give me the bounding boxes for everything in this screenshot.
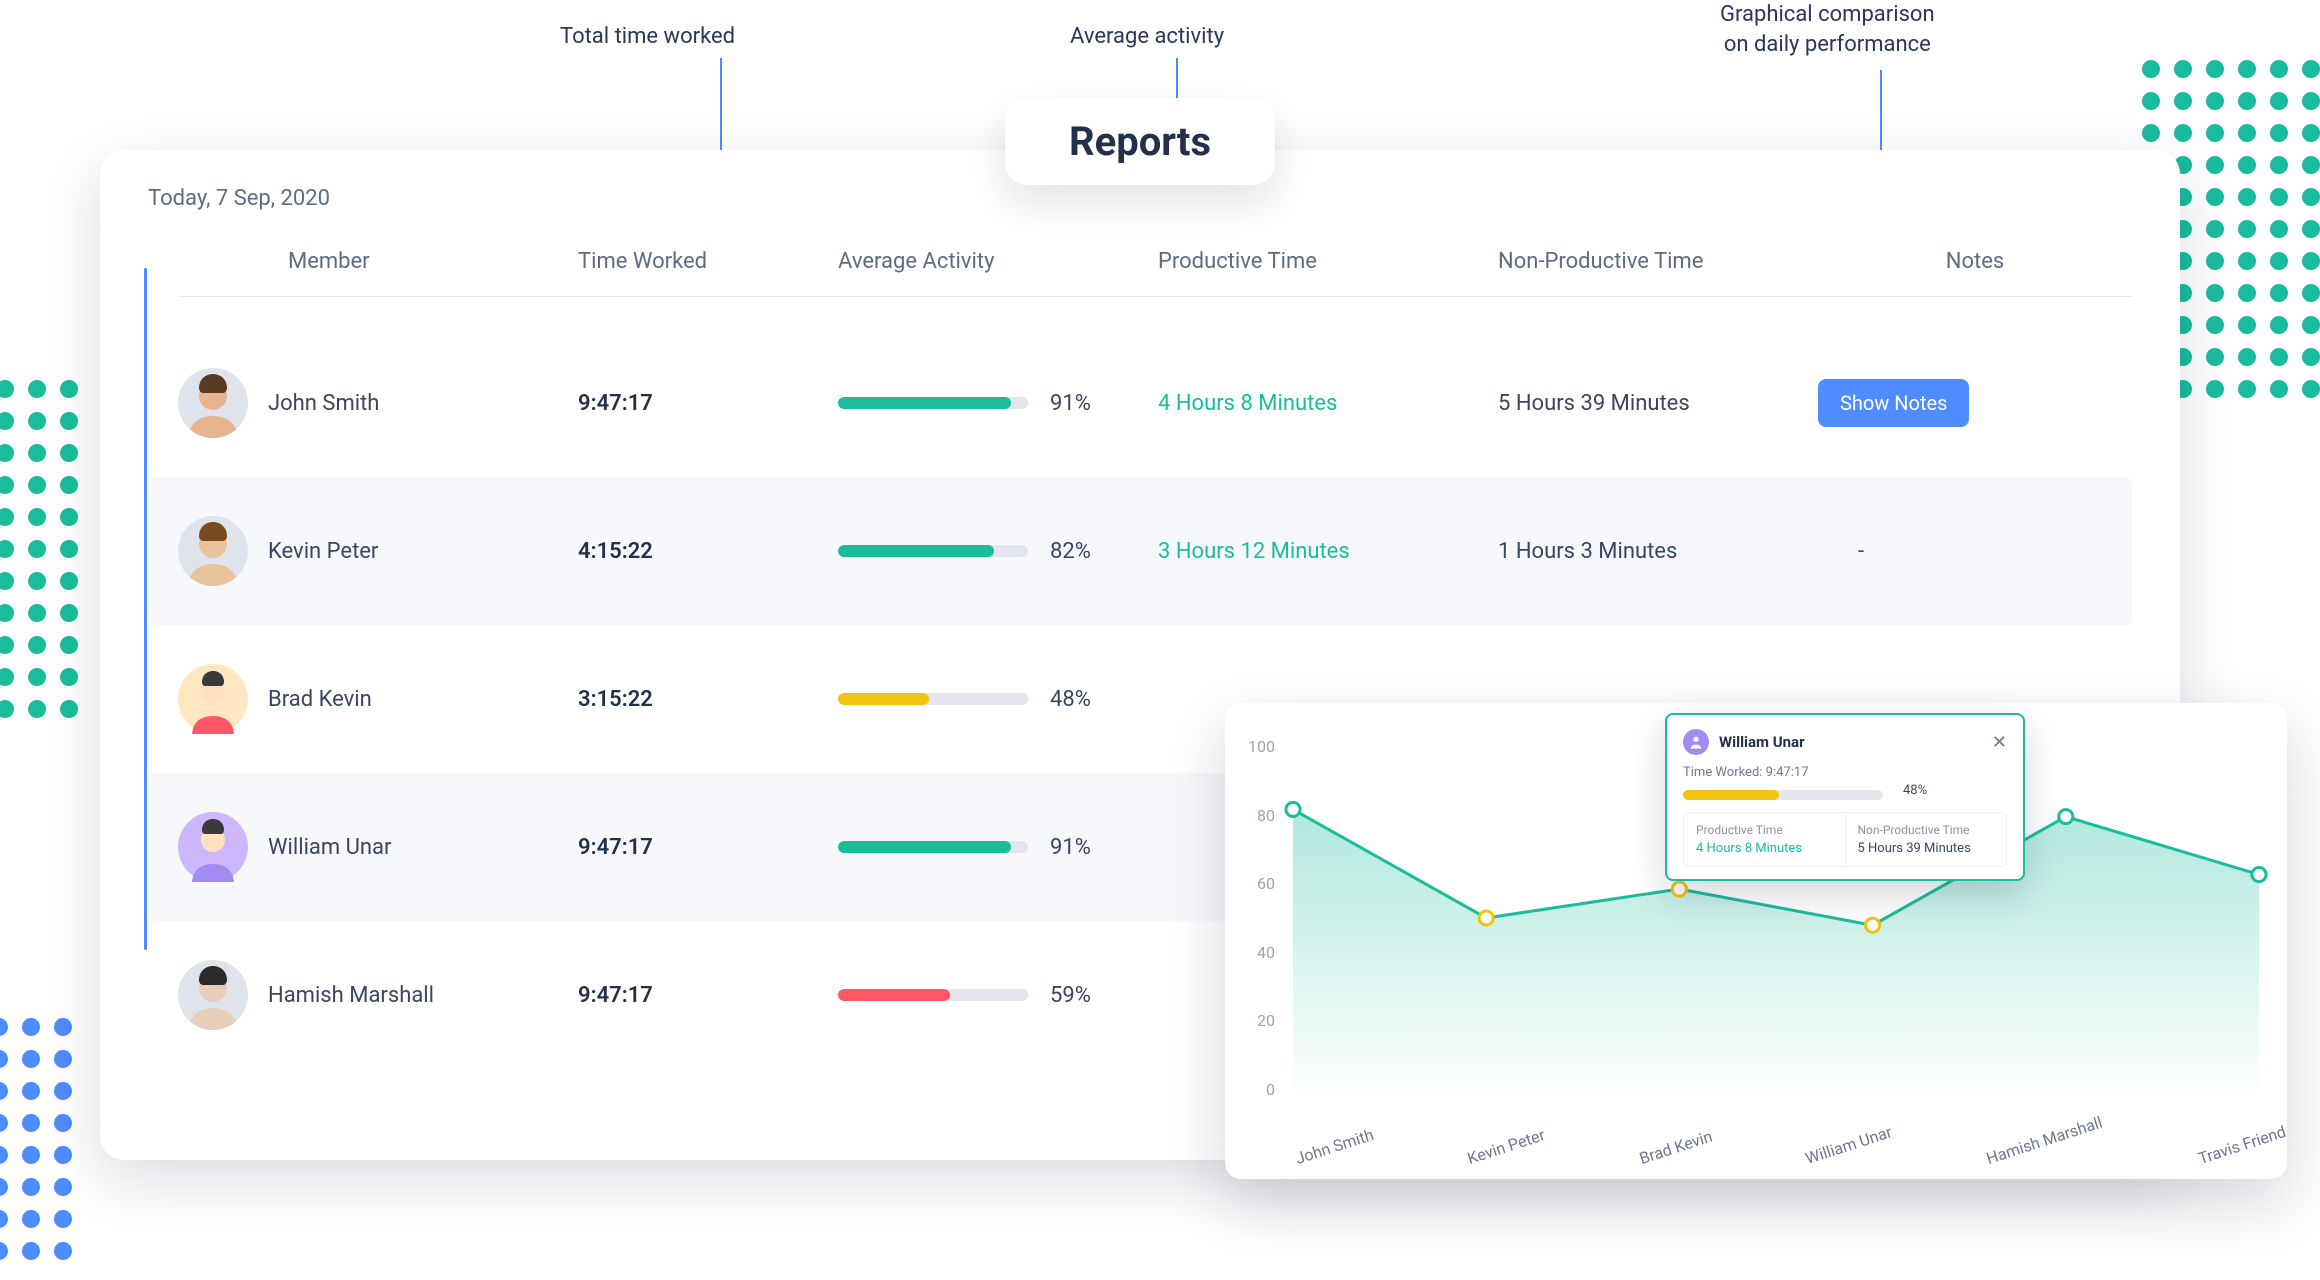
activity-bar [838, 397, 1028, 409]
chart-point[interactable] [1866, 918, 1880, 932]
tooltip-activity-pct: 48% [1903, 783, 1927, 798]
nonproductive-time-value: 1 Hours 3 Minutes [1498, 539, 1818, 564]
table-header: Member Time Worked Average Activity Prod… [178, 235, 2132, 297]
nonproductive-time-value: 5 Hours 39 Minutes [1498, 391, 1818, 416]
annotation-time-worked: Total time worked [560, 24, 735, 49]
time-worked-value: 9:47:17 [578, 835, 838, 860]
chart-x-label: Kevin Peter [1465, 1125, 1547, 1168]
col-avg-activity: Average Activity [838, 249, 1158, 274]
chart-x-label: Hamish Marshall [1984, 1113, 2105, 1168]
productive-time-value: 3 Hours 12 Minutes [1158, 539, 1498, 564]
notes-empty: - [1818, 539, 2132, 564]
col-time-worked: Time Worked [578, 249, 838, 274]
chart-tooltip: William Unar ✕ Time Worked: 9:47:17 48% … [1665, 713, 2025, 881]
decorative-dots-teal-left [0, 380, 78, 718]
activity-pct: 91% [1050, 391, 1091, 416]
vertical-accent-rule [144, 268, 147, 950]
tooltip-activity-bar [1683, 790, 1883, 800]
table-row: John Smith 9:47:17 91% 4 Hours 8 Minutes… [148, 329, 2132, 477]
chart-x-label: John Smith [1293, 1125, 1376, 1168]
tooltip-time-worked: Time Worked: 9:47:17 [1683, 765, 2007, 780]
tooltip-close-icon[interactable]: ✕ [1992, 732, 2007, 753]
tooltip-split: Productive Time 4 Hours 8 Minutes Non-Pr… [1683, 812, 2007, 867]
time-worked-value: 3:15:22 [578, 687, 838, 712]
col-productive: Productive Time [1158, 249, 1498, 274]
chart-point[interactable] [2059, 810, 2073, 824]
member-name: William Unar [238, 835, 578, 860]
activity-bar [838, 841, 1028, 853]
performance-chart-card: 100806040200 John SmithKevin PeterBrad K… [1225, 703, 2287, 1179]
member-name: John Smith [238, 391, 578, 416]
tooltip-avatar [1683, 729, 1709, 755]
tooltip-productive-label: Productive Time [1696, 823, 1833, 837]
col-notes: Notes [1818, 249, 2132, 274]
time-worked-value: 4:15:22 [578, 539, 838, 564]
member-name: Kevin Peter [238, 539, 578, 564]
chart-x-label: Brad Kevin [1637, 1127, 1715, 1168]
activity-pct: 82% [1050, 539, 1091, 564]
tooltip-nonproductive-value: 5 Hours 39 Minutes [1858, 841, 1995, 856]
tooltip-productive-value: 4 Hours 8 Minutes [1696, 841, 1833, 856]
table-row: Kevin Peter 4:15:22 82% 3 Hours 12 Minut… [148, 477, 2132, 625]
member-name: Hamish Marshall [238, 983, 578, 1008]
show-notes-button[interactable]: Show Notes [1818, 379, 1969, 427]
chart-point[interactable] [1286, 802, 1300, 816]
productive-time-value: 4 Hours 8 Minutes [1158, 391, 1498, 416]
activity-pct: 48% [1050, 687, 1091, 712]
time-worked-value: 9:47:17 [578, 391, 838, 416]
chart-x-axis: John SmithKevin PeterBrad KevinWilliam U… [1293, 1150, 2287, 1169]
time-worked-value: 9:47:17 [578, 983, 838, 1008]
decorative-dots-blue-bottom-left [0, 1018, 72, 1260]
report-date: Today, 7 Sep, 2020 [148, 186, 2132, 211]
chart-point[interactable] [1479, 911, 1493, 925]
activity-bar [838, 989, 1028, 1001]
activity-pct: 91% [1050, 835, 1091, 860]
activity-bar [838, 693, 1028, 705]
activity-pct: 59% [1050, 983, 1091, 1008]
col-member: Member [178, 249, 578, 274]
chart-point[interactable] [1672, 882, 1686, 896]
chart-x-label: Travis Friend [2196, 1122, 2288, 1168]
chart-x-label: William Unar [1803, 1122, 1894, 1168]
annotation-avg-activity: Average activity [1070, 24, 1224, 49]
tooltip-nonproductive-label: Non-Productive Time [1858, 823, 1995, 837]
col-nonproductive: Non-Productive Time [1498, 249, 1818, 274]
annotation-graph-compare: Graphical comparison on daily performanc… [1720, 0, 1935, 59]
activity-bar [838, 545, 1028, 557]
tooltip-name: William Unar [1719, 733, 1805, 751]
member-name: Brad Kevin [238, 687, 578, 712]
chart-point[interactable] [2252, 868, 2266, 882]
page-title-pill: Reports [1005, 98, 1275, 185]
chart-y-axis: 100806040200 [1243, 737, 1275, 1099]
